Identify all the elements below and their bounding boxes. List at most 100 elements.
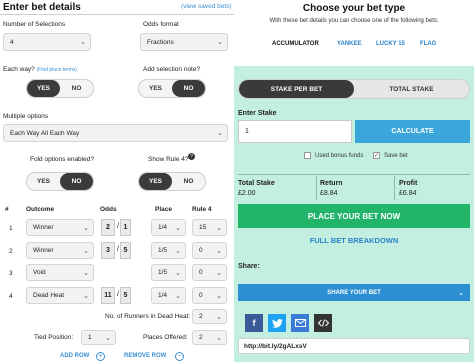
share-your-bet-button[interactable]: SHARE YOUR BET ⌄ <box>238 284 470 301</box>
odds-format-value: Fractions <box>147 38 174 46</box>
runners-dead-heat-label: No. of Runners in Dead Heat: <box>105 313 191 320</box>
add-note-no[interactable]: NO <box>172 80 205 97</box>
rule4-yes[interactable]: YES <box>139 173 172 190</box>
embed-code-icon[interactable] <box>314 314 332 332</box>
row-number: 2 <box>9 248 13 255</box>
chevron-down-icon: ⌄ <box>83 247 89 255</box>
tab-flag[interactable]: FLAG <box>420 41 436 47</box>
info-icon[interactable]: ? <box>188 153 195 160</box>
outcome-select[interactable]: Void ⌄ <box>26 264 94 281</box>
tab-yankee[interactable]: YANKEE <box>337 41 361 47</box>
full-bet-breakdown-link[interactable]: FULL BET BREAKDOWN <box>234 236 474 245</box>
chevron-down-icon: ⌄ <box>216 224 222 232</box>
odds-slash: / <box>117 291 119 298</box>
show-rule4-toggle[interactable]: YES NO <box>138 172 206 191</box>
outcome-select[interactable]: Winner ⌄ <box>26 242 94 259</box>
minus-icon[interactable]: − <box>175 352 184 361</box>
add-note-toggle[interactable]: YES NO <box>138 79 206 98</box>
place-select[interactable]: 1/5 ⌄ <box>151 264 186 281</box>
col-header-outcome: Outcome <box>26 206 55 213</box>
used-bonus-label: Used bonus funds <box>315 153 364 159</box>
stake-per-bet-option[interactable]: STAKE PER BET <box>239 80 354 98</box>
each-way-no[interactable]: NO <box>60 80 93 97</box>
place-select[interactable]: 1/4 ⌄ <box>151 287 186 304</box>
enter-stake-label: Enter Stake <box>238 110 277 117</box>
fold-options-label: Fold options enabled? <box>30 156 94 163</box>
save-bet-label: Save bet <box>384 153 408 159</box>
place-bet-button[interactable]: PLACE YOUR BET NOW <box>238 204 470 228</box>
chevron-down-icon: ⌄ <box>175 292 181 300</box>
profit-value: £6.84 <box>399 190 417 197</box>
facebook-icon[interactable]: f <box>245 314 263 332</box>
used-bonus-checkbox[interactable] <box>304 152 311 159</box>
col-header-rule4: Rule 4 <box>192 206 212 213</box>
chevron-down-icon: ⌄ <box>83 269 89 277</box>
twitter-icon[interactable] <box>268 314 286 332</box>
bet-type-header: Choose your bet type With these bet deta… <box>234 0 474 66</box>
total-stake-option[interactable]: TOTAL STAKE <box>354 80 469 98</box>
rule4-select[interactable]: 15 ⌄ <box>192 219 227 236</box>
tab-lucky-15[interactable]: LUCKY 15 <box>376 41 405 47</box>
odds-slash: / <box>117 246 119 253</box>
odds-numerator-input[interactable]: 3 <box>101 242 115 259</box>
chevron-down-icon: ⌄ <box>216 292 222 300</box>
runners-dead-heat-select[interactable]: 2 ⌄ <box>192 309 227 324</box>
chevron-down-icon: ⌄ <box>175 224 181 232</box>
multiple-options-value: Each Way All Each Way <box>10 129 80 137</box>
place-select[interactable]: 1/5 ⌄ <box>151 242 186 259</box>
each-way-toggle[interactable]: YES NO <box>26 79 94 98</box>
num-selections-value: 4 <box>10 38 14 46</box>
add-row-button[interactable]: ADD ROW <box>60 353 89 359</box>
rule4-select[interactable]: 0 ⌄ <box>192 242 227 259</box>
outcome-select[interactable]: Dead Heat ⌄ <box>26 287 94 304</box>
odds-denominator-input[interactable]: 5 <box>120 287 131 304</box>
outcome-select[interactable]: Winner ⌄ <box>26 219 94 236</box>
plus-icon[interactable]: + <box>96 352 105 361</box>
odds-format-label: Odds format <box>143 21 179 28</box>
rule4-select[interactable]: 0 ⌄ <box>192 287 227 304</box>
place-value: 1/5 <box>158 247 168 254</box>
email-icon[interactable] <box>291 314 309 332</box>
chevron-down-icon: ⌄ <box>80 39 86 46</box>
bet-type-subtitle: With these bet details you can choose on… <box>269 18 439 24</box>
fold-no[interactable]: NO <box>60 173 93 190</box>
add-note-yes[interactable]: YES <box>139 80 172 97</box>
multiple-options-select[interactable]: Each Way All Each Way ⌄ <box>3 124 228 142</box>
share-url-field[interactable]: http://bit.ly/2gALxsV <box>238 338 470 354</box>
find-place-terms-link[interactable]: (Find place terms) <box>37 67 77 73</box>
each-way-label: Each way? (Find place terms) <box>3 66 77 73</box>
fold-yes[interactable]: YES <box>27 173 60 190</box>
num-selections-select[interactable]: 4 ⌄ <box>3 33 91 51</box>
each-way-yes[interactable]: YES <box>27 80 60 97</box>
tied-position-select[interactable]: 1 ⌄ <box>81 330 116 345</box>
num-selections-label: Number of Selections <box>3 21 66 28</box>
fold-options-toggle[interactable]: YES NO <box>26 172 94 191</box>
place-value: 1/4 <box>158 224 168 231</box>
stake-mode-toggle[interactable]: STAKE PER BET TOTAL STAKE <box>238 79 470 99</box>
bet-details-panel: Enter bet details (view saved bets) Numb… <box>0 0 234 362</box>
view-saved-bets-link[interactable]: (view saved bets) <box>181 3 232 10</box>
tab-accumulator[interactable]: ACCUMULATOR <box>272 41 319 47</box>
remove-row-button[interactable]: REMOVE ROW <box>124 353 166 359</box>
add-note-label: Add selection note? <box>143 66 201 73</box>
rule4-no[interactable]: NO <box>172 173 205 190</box>
save-bet-checkbox[interactable]: ✓ <box>373 152 380 159</box>
profit-label: Profit <box>399 180 418 187</box>
place-select[interactable]: 1/4 ⌄ <box>151 219 186 236</box>
stake-input[interactable]: 1 <box>238 120 352 143</box>
calculate-button[interactable]: CALCULATE <box>355 120 470 143</box>
row-number: 4 <box>9 293 13 300</box>
tied-position-label: Tied Position: <box>34 334 74 341</box>
odds-format-select[interactable]: Fractions ⌄ <box>140 33 228 51</box>
odds-numerator-input[interactable]: 2 <box>101 219 115 236</box>
place-value: 1/4 <box>158 292 168 299</box>
odds-denominator-input[interactable]: 1 <box>120 219 131 236</box>
rule4-select[interactable]: 0 ⌄ <box>192 264 227 281</box>
odds-numerator-input[interactable]: 11 <box>101 287 115 304</box>
places-offered-select[interactable]: 2 ⌄ <box>192 330 227 345</box>
odds-slash: / <box>117 223 119 230</box>
total-stake-label: Total Stake <box>238 180 275 187</box>
bet-form-panel: STAKE PER BET TOTAL STAKE Enter Stake 1 … <box>234 66 474 362</box>
odds-denominator-input[interactable]: 5 <box>120 242 131 259</box>
runners-dead-heat-value: 2 <box>199 313 203 320</box>
